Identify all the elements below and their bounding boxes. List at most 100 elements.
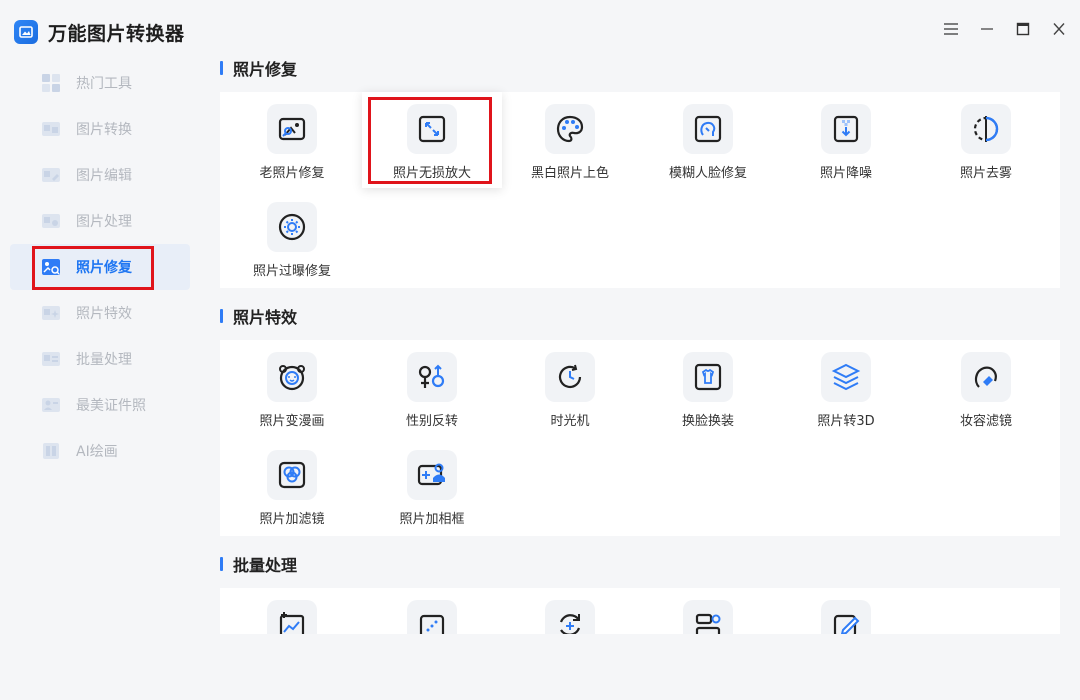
tool-makeup-filter[interactable]: 妆容滤镜 — [916, 340, 1056, 436]
section-bar — [220, 61, 223, 75]
image-convert-icon — [40, 118, 62, 140]
tool-cartoon[interactable]: 照片变漫画 — [222, 340, 362, 436]
sidebar-item-label: 照片修复 — [76, 260, 132, 276]
tool-add-filter[interactable]: 照片加滤镜 — [222, 438, 362, 534]
sidebar-nav: 热门工具 图片转换 图片编辑 图片处理 照片修复 照片特效 批量处理 最美证件照… — [10, 60, 190, 474]
photo-repair-icon — [40, 256, 62, 278]
tool-time-machine[interactable]: 时光机 — [500, 340, 640, 436]
tool-label: 老照片修复 — [259, 166, 325, 181]
sidebar-item-label: AI绘画 — [76, 444, 118, 460]
palette-icon — [545, 104, 595, 154]
tool-batch-item[interactable] — [776, 588, 916, 634]
sidebar-item-batch-process[interactable]: 批量处理 — [10, 336, 190, 382]
id-photo-icon — [40, 394, 62, 416]
batch-process-panel — [220, 588, 1060, 634]
ai-painting-icon — [40, 440, 62, 462]
tool-old-photo-repair[interactable]: 老照片修复 — [222, 92, 362, 188]
old-photo-icon — [267, 104, 317, 154]
tool-label: 照片过曝修复 — [252, 264, 331, 279]
section-bar — [220, 309, 223, 323]
tool-label: 性别反转 — [405, 414, 458, 429]
sidebar-item-label: 热门工具 — [76, 76, 132, 92]
tool-gender-swap[interactable]: 性别反转 — [362, 340, 502, 436]
tool-label: 模糊人脸修复 — [668, 166, 747, 181]
dotted-image-icon — [407, 600, 457, 634]
tool-batch-item[interactable] — [638, 588, 778, 634]
section-title-text: 照片修复 — [233, 60, 298, 79]
tool-overexposure-repair[interactable]: 照片过曝修复 — [222, 190, 362, 286]
bear-face-icon — [267, 352, 317, 402]
tool-label: 照片降噪 — [819, 166, 872, 181]
batch-process-icon — [40, 348, 62, 370]
sidebar-item-label: 图片编辑 — [76, 168, 132, 184]
tool-label: 换脸换装 — [681, 414, 734, 429]
section-bar — [220, 557, 223, 571]
image-process-icon — [40, 210, 62, 232]
sidebar-item-id-photo[interactable]: 最美证件照 — [10, 382, 190, 428]
tool-dehaze[interactable]: 照片去雾 — [916, 92, 1056, 188]
tool-denoise[interactable]: 照片降噪 — [776, 92, 916, 188]
section-title-batch-process: 批量处理 — [220, 553, 297, 575]
tool-face-repair[interactable]: 模糊人脸修复 — [638, 92, 778, 188]
clock-icon — [545, 352, 595, 402]
face-repair-icon — [683, 104, 733, 154]
makeup-icon — [961, 352, 1011, 402]
tool-label: 黑白照片上色 — [530, 166, 609, 181]
app-logo-icon — [14, 20, 38, 44]
sidebar-item-photo-repair[interactable]: 照片修复 — [10, 244, 190, 290]
section-title-text: 批量处理 — [233, 556, 298, 575]
sidebar-item-image-edit[interactable]: 图片编辑 — [10, 152, 190, 198]
menu-icon[interactable] — [940, 18, 962, 40]
sidebar-item-label: 图片转换 — [76, 122, 132, 138]
section-title-photo-effects: 照片特效 — [220, 305, 297, 327]
sidebar-item-label: 照片特效 — [76, 306, 132, 322]
maximize-icon[interactable] — [1012, 18, 1034, 40]
tool-batch-item[interactable] — [500, 588, 640, 634]
close-icon[interactable] — [1048, 18, 1070, 40]
expand-arrows-icon — [407, 104, 457, 154]
sidebar-item-label: 批量处理 — [76, 352, 132, 368]
tool-photo-3d[interactable]: 照片转3D — [776, 340, 916, 436]
sidebar-item-image-convert[interactable]: 图片转换 — [10, 106, 190, 152]
tool-lossless-enlarge[interactable]: 照片无损放大 — [362, 92, 502, 188]
sidebar-item-ai-painting[interactable]: AI绘画 — [10, 428, 190, 474]
photo-effects-panel: 照片变漫画 性别反转 时光机 换脸换装 照片转3D 妆容滤镜 照片加滤镜 照片加… — [220, 340, 1060, 536]
photo-effects-icon — [40, 302, 62, 324]
tool-colorize[interactable]: 黑白照片上色 — [500, 92, 640, 188]
tool-face-swap[interactable]: 换脸换装 — [638, 340, 778, 436]
tool-batch-item[interactable] — [222, 588, 362, 634]
image-chart-icon — [267, 600, 317, 634]
image-edit-icon — [40, 164, 62, 186]
layers-icon — [821, 352, 871, 402]
sidebar-item-hot-tools[interactable]: 热门工具 — [10, 60, 190, 106]
sidebar-item-label: 图片处理 — [76, 214, 132, 230]
tool-label: 妆容滤镜 — [959, 414, 1012, 429]
tool-label: 照片加相框 — [399, 512, 465, 527]
window-controls — [940, 18, 1070, 40]
list-card-icon — [683, 600, 733, 634]
sun-icon — [267, 202, 317, 252]
hot-tools-icon — [40, 72, 62, 94]
photo-frame-icon — [407, 450, 457, 500]
edit-pen-icon — [821, 600, 871, 634]
tool-label: 照片变漫画 — [259, 414, 325, 429]
app-title: 万能图片转换器 — [14, 18, 185, 46]
sidebar-item-photo-effects[interactable]: 照片特效 — [10, 290, 190, 336]
tool-label: 照片去雾 — [959, 166, 1012, 181]
photo-repair-panel: 老照片修复 照片无损放大 黑白照片上色 模糊人脸修复 照片降噪 照片去雾 照片过… — [220, 92, 1060, 288]
dehaze-icon — [961, 104, 1011, 154]
tool-label: 时光机 — [550, 414, 590, 429]
minimize-icon[interactable] — [976, 18, 998, 40]
section-title-text: 照片特效 — [233, 308, 298, 327]
tool-batch-item[interactable] — [362, 588, 502, 634]
tool-label: 照片加滤镜 — [259, 512, 325, 527]
tool-add-frame[interactable]: 照片加相框 — [362, 438, 502, 534]
sidebar-item-label: 最美证件照 — [76, 398, 146, 414]
tool-label: 照片转3D — [817, 414, 875, 429]
section-title-photo-repair: 照片修复 — [220, 57, 297, 79]
shirt-icon — [683, 352, 733, 402]
sidebar-item-image-process[interactable]: 图片处理 — [10, 198, 190, 244]
rotate-icon — [545, 600, 595, 634]
gender-icon — [407, 352, 457, 402]
denoise-icon — [821, 104, 871, 154]
